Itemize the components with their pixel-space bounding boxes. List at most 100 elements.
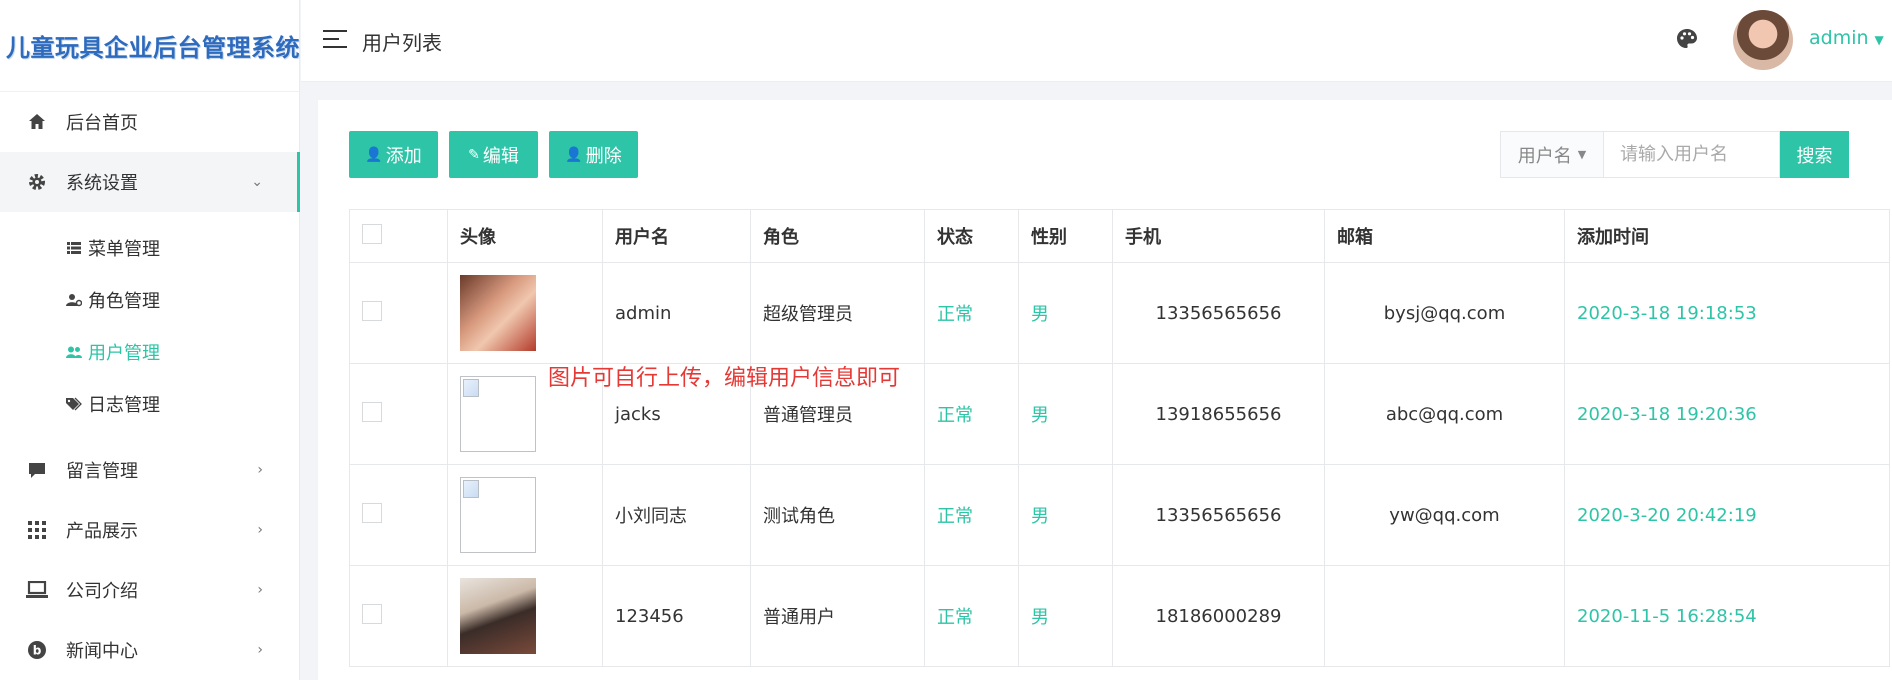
column-header[interactable]: 角色	[750, 209, 925, 263]
column-header[interactable]: 添加时间	[1564, 209, 1890, 263]
users-icon	[66, 344, 82, 360]
email-cell: yw@qq.com	[1324, 464, 1565, 566]
table-row[interactable]: 小刘同志 测试角色 正常 男 13356565656 yw@qq.com 202…	[349, 464, 1890, 566]
status-cell: 正常	[924, 464, 1019, 566]
sidebar-item-label: 新闻中心	[66, 641, 138, 662]
submenu-item-label: 菜单管理	[88, 239, 160, 260]
column-header[interactable]: 头像	[447, 209, 603, 263]
submenu-item-roles[interactable]: 角色管理	[0, 274, 299, 326]
row-checkbox[interactable]	[362, 401, 382, 422]
sidebar-item-products[interactable]: 产品展示 ›	[0, 500, 299, 560]
time-cell: 2020-3-18 19:18:53	[1564, 262, 1890, 364]
chevron-right-icon: ›	[257, 462, 263, 478]
sidebar: 儿童玩具企业后台管理系统 后台首页 系统设置 ⌄ 菜单管理 角色管理 用户管理 …	[0, 0, 300, 680]
status-cell: 正常	[924, 262, 1019, 364]
add-user-button[interactable]: 👤 添加	[349, 131, 438, 178]
row-checkbox[interactable]	[362, 502, 382, 523]
search-bar: 用户名▼ 搜索	[1500, 131, 1849, 178]
username-label: admin	[1809, 27, 1869, 49]
search-input[interactable]	[1604, 131, 1780, 178]
laptop-icon	[26, 579, 48, 601]
user-avatar-image	[460, 275, 536, 351]
sidebar-item-label: 系统设置	[66, 173, 138, 194]
role-cell: 超级管理员	[750, 262, 925, 364]
search-button[interactable]: 搜索	[1780, 131, 1849, 178]
search-field-select[interactable]: 用户名 ▼	[1500, 131, 1604, 178]
gender-cell: 男	[1018, 464, 1113, 566]
delete-user-button[interactable]: 👤 删除	[549, 131, 638, 178]
username-cell: admin	[602, 262, 751, 364]
time-cell: 2020-3-18 19:20:36	[1564, 363, 1890, 465]
user-plus-icon: 👤	[365, 146, 383, 163]
user-menu[interactable]: admin ▼	[1809, 27, 1884, 49]
email-cell: abc@qq.com	[1324, 363, 1565, 465]
user-table: 头像 用户名 角色 状态 性别 手机 邮箱 添加时间 admin 超级管理员 正…	[349, 209, 1890, 667]
table-row[interactable]: 123456 普通用户 正常 男 18186000289 2020-11-5 1…	[349, 565, 1890, 667]
menu-toggle-icon[interactable]	[323, 30, 347, 50]
sidebar-item-system-settings[interactable]: 系统设置 ⌄	[0, 152, 300, 212]
app-logo[interactable]: 儿童玩具企业后台管理系统	[0, 0, 300, 92]
row-checkbox[interactable]	[362, 603, 382, 624]
tag-icon	[66, 396, 82, 412]
phone-cell: 13356565656	[1112, 464, 1325, 566]
gender-cell: 男	[1018, 363, 1113, 465]
home-icon	[26, 111, 48, 133]
sidebar-item-home[interactable]: 后台首页	[0, 92, 299, 152]
submenu-item-label: 角色管理	[88, 291, 160, 312]
email-cell	[1324, 565, 1565, 667]
column-header[interactable]: 手机	[1112, 209, 1325, 263]
caret-down-icon: ▼	[1577, 148, 1587, 161]
submenu-item-logs[interactable]: 日志管理	[0, 378, 299, 430]
status-cell: 正常	[924, 565, 1019, 667]
gender-cell: 男	[1018, 565, 1113, 667]
phone-cell: 18186000289	[1112, 565, 1325, 667]
status-cell: 正常	[924, 363, 1019, 465]
user-minus-icon: 👤	[565, 146, 583, 163]
time-cell: 2020-3-20 20:42:19	[1564, 464, 1890, 566]
chevron-right-icon: ›	[257, 522, 263, 538]
upload-hint-annotation: 图片可自行上传，编辑用户信息即可	[548, 366, 901, 391]
system-settings-submenu: 菜单管理 角色管理 用户管理 日志管理	[0, 212, 299, 440]
column-header[interactable]: 状态	[924, 209, 1019, 263]
avatar[interactable]	[1733, 10, 1793, 70]
column-header[interactable]: 性别	[1018, 209, 1113, 263]
user-edit-icon: ✎	[468, 146, 480, 163]
sidebar-item-news[interactable]: b 新闻中心 ›	[0, 620, 299, 680]
broken-image-icon	[460, 477, 536, 553]
phone-cell: 13918655656	[1112, 363, 1325, 465]
role-cell: 测试角色	[750, 464, 925, 566]
sidebar-item-company[interactable]: 公司介绍 ›	[0, 560, 299, 620]
sidebar-item-label: 留言管理	[66, 461, 138, 482]
submenu-item-menu[interactable]: 菜单管理	[0, 222, 299, 274]
select-all-cell	[349, 209, 448, 263]
submenu-item-users[interactable]: 用户管理	[0, 326, 299, 378]
column-header[interactable]: 邮箱	[1324, 209, 1565, 263]
gear-icon	[26, 171, 48, 193]
chevron-right-icon: ›	[257, 582, 263, 598]
sidebar-item-messages[interactable]: 留言管理 ›	[0, 440, 299, 500]
chevron-down-icon: ⌄	[251, 174, 263, 190]
app-title: 儿童玩具企业后台管理系统	[6, 34, 300, 62]
role-cell: 普通用户	[750, 565, 925, 667]
news-icon: b	[26, 639, 48, 661]
top-header: 用户列表 admin ▼	[301, 0, 1892, 82]
submenu-item-label: 日志管理	[88, 395, 160, 416]
page-title: 用户列表	[362, 31, 442, 55]
time-cell: 2020-11-5 16:28:54	[1564, 565, 1890, 667]
table-row[interactable]: admin 超级管理员 正常 男 13356565656 bysj@qq.com…	[349, 262, 1890, 364]
gender-cell: 男	[1018, 262, 1113, 364]
palette-icon[interactable]	[1675, 27, 1699, 51]
table-header-row: 头像 用户名 角色 状态 性别 手机 邮箱 添加时间	[349, 209, 1890, 263]
edit-user-button[interactable]: ✎ 编辑	[449, 131, 538, 178]
caret-down-icon: ▼	[1874, 33, 1884, 47]
username-cell: 小刘同志	[602, 464, 751, 566]
comment-icon	[26, 459, 48, 481]
grid-icon	[26, 519, 48, 541]
user-avatar-image	[460, 578, 536, 654]
phone-cell: 13356565656	[1112, 262, 1325, 364]
user-gear-icon	[66, 292, 82, 308]
row-checkbox[interactable]	[362, 300, 382, 321]
broken-image-icon	[460, 376, 536, 452]
column-header[interactable]: 用户名	[602, 209, 751, 263]
select-all-checkbox[interactable]	[362, 223, 382, 244]
